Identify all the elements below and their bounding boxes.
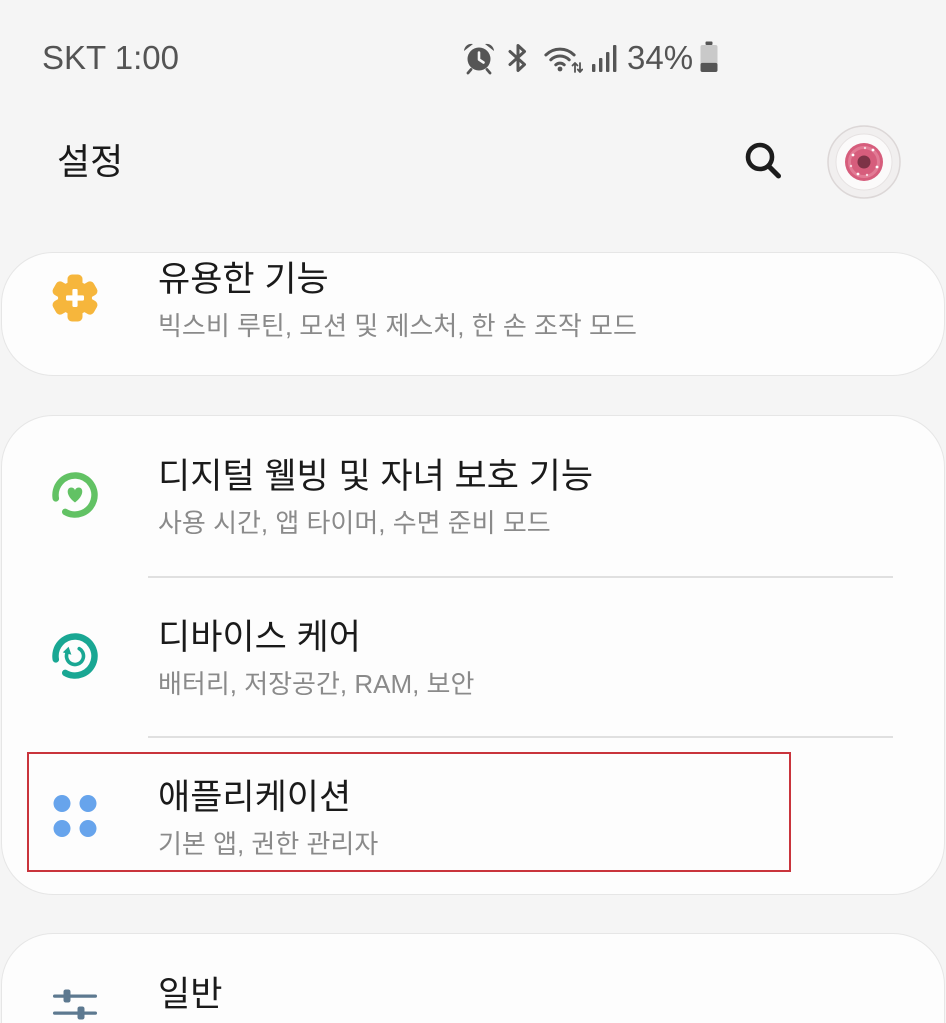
- sliders-icon: [51, 986, 99, 1022]
- app-bar: 설정: [0, 110, 946, 214]
- avatar-icon: [827, 125, 901, 199]
- profile-avatar-button[interactable]: [827, 125, 901, 199]
- bluetooth-icon: [505, 42, 531, 74]
- item-subtitle: 빅스비 루틴, 모션 및 제스처, 한 손 조작 모드: [158, 311, 637, 341]
- item-title: 디지털 웰빙 및 자녀 보호 기능: [158, 457, 594, 496]
- search-button[interactable]: [740, 138, 786, 184]
- search-icon: [745, 142, 781, 179]
- settings-item-general[interactable]: 일반: [2, 934, 944, 1023]
- status-bar: SKT 1:00 34%: [0, 0, 946, 90]
- settings-item-advanced-features[interactable]: 유용한 기능 빅스비 루틴, 모션 및 제스처, 한 손 조작 모드: [2, 253, 944, 375]
- wellbeing-heart-icon: [46, 466, 104, 524]
- page-title: 설정: [57, 141, 124, 182]
- gear-plus-icon: [46, 269, 104, 327]
- settings-screen: { "status_bar": { "carrier_time": "SKT 1…: [0, 0, 946, 1023]
- battery-percent: 34%: [627, 39, 694, 76]
- carrier-time: SKT 1:00: [42, 39, 179, 76]
- item-subtitle: 사용 시간, 앱 타이머, 수면 준비 모드: [158, 508, 551, 538]
- settings-item-digital-wellbeing[interactable]: 디지털 웰빙 및 자녀 보호 기능 사용 시간, 앱 타이머, 수면 준비 모드: [2, 416, 944, 577]
- item-title: 애플리케이션: [158, 778, 352, 817]
- signal-icon: [590, 42, 618, 74]
- item-title: 디바이스 케어: [158, 618, 361, 657]
- settings-group: 유용한 기능 빅스비 루틴, 모션 및 제스처, 한 손 조작 모드: [1, 252, 945, 376]
- device-care-icon: [46, 627, 104, 685]
- alarm-icon: [462, 41, 496, 75]
- settings-group: 디지털 웰빙 및 자녀 보호 기능 사용 시간, 앱 타이머, 수면 준비 모드…: [1, 415, 945, 895]
- battery-icon: [699, 41, 719, 73]
- wifi-icon: [543, 42, 583, 74]
- item-subtitle: 기본 앱, 권한 관리자: [158, 829, 379, 859]
- settings-item-device-care[interactable]: 디바이스 케어 배터리, 저장공간, RAM, 보안: [2, 577, 944, 737]
- settings-item-applications[interactable]: 애플리케이션 기본 앱, 권한 관리자: [2, 737, 944, 894]
- item-title: 유용한 기능: [158, 260, 329, 299]
- item-title: 일반: [158, 975, 223, 1014]
- item-subtitle: 배터리, 저장공간, RAM, 보안: [158, 669, 475, 699]
- apps-grid-icon: [46, 787, 104, 845]
- settings-group: 일반: [1, 933, 945, 1023]
